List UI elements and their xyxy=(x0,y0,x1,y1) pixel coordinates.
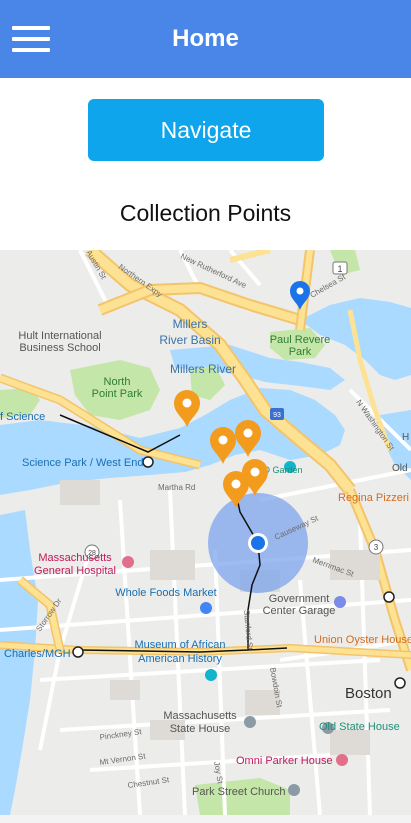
t-station-icon-government xyxy=(383,591,395,603)
bottom-strip xyxy=(0,815,411,823)
boston-label: Boston xyxy=(345,685,392,702)
t-station-icon-state xyxy=(394,677,406,689)
regina-pizza-label: Regina Pizzeri xyxy=(338,492,409,504)
whole-foods-label: Whole Foods Market xyxy=(115,587,216,599)
north-point-label-1: North xyxy=(104,376,131,388)
h-label: H xyxy=(402,432,409,443)
north-point-label-2: Point Park xyxy=(92,388,143,400)
hult-label-2: Business School xyxy=(19,342,100,354)
omni-parker-label: Omni Parker House xyxy=(236,755,333,767)
paul-revere-label-1: Paul Revere xyxy=(270,334,331,346)
current-location-dot[interactable] xyxy=(251,536,265,550)
government-center-label-1: Government xyxy=(269,593,330,605)
museum-of-science-label: f Science xyxy=(0,411,45,423)
government-center-label-2: Center Garage xyxy=(263,605,336,617)
t-station-icon-science-park xyxy=(142,456,154,468)
map-view[interactable]: 1 3 28 93 Northern Expy New Rutherford A… xyxy=(0,250,411,815)
old-label: Old xyxy=(392,463,408,474)
state-house-label-1: Massachusetts xyxy=(163,710,237,722)
union-oyster-label: Union Oyster House xyxy=(314,634,411,646)
millers-river-basin-label: Millers xyxy=(173,317,208,331)
state-house-label-2: State House xyxy=(170,723,231,735)
route-3-label: 3 xyxy=(374,543,379,552)
hospital-icon xyxy=(122,556,134,568)
page-title: Home xyxy=(172,25,239,52)
mass-general-label-1: Massachusetts xyxy=(38,552,112,564)
mass-general-label-2: General Hospital xyxy=(34,565,116,577)
paul-revere-label-2: Park xyxy=(289,346,312,358)
millers-river-label: Millers River xyxy=(170,362,236,376)
old-state-house-label: Old State House xyxy=(319,721,400,733)
navigate-button[interactable]: Navigate xyxy=(88,99,324,161)
hult-label-1: Hult International xyxy=(18,330,101,342)
park-street-label: Park Street Church xyxy=(192,786,286,798)
charles-mgh-label: Charles/MGH xyxy=(4,648,71,660)
t-station-icon-charles xyxy=(72,646,84,658)
millers-river-basin-label-2: River Basin xyxy=(159,333,220,347)
shopping-icon xyxy=(200,602,212,614)
museum-label-2: American History xyxy=(138,653,222,665)
museum-icon xyxy=(205,669,217,681)
collection-points-heading: Collection Points xyxy=(119,200,292,226)
parking-icon xyxy=(334,596,346,608)
landmark-icon xyxy=(244,716,256,728)
martha-rd-label: Martha Rd xyxy=(158,483,195,492)
hotel-icon xyxy=(336,754,348,766)
app-bar: Home xyxy=(0,0,411,78)
museum-label-1: Museum of African xyxy=(134,639,225,651)
science-park-label: Science Park / West End xyxy=(22,457,143,469)
route-93-label: 93 xyxy=(273,412,281,419)
church-icon xyxy=(288,784,300,796)
